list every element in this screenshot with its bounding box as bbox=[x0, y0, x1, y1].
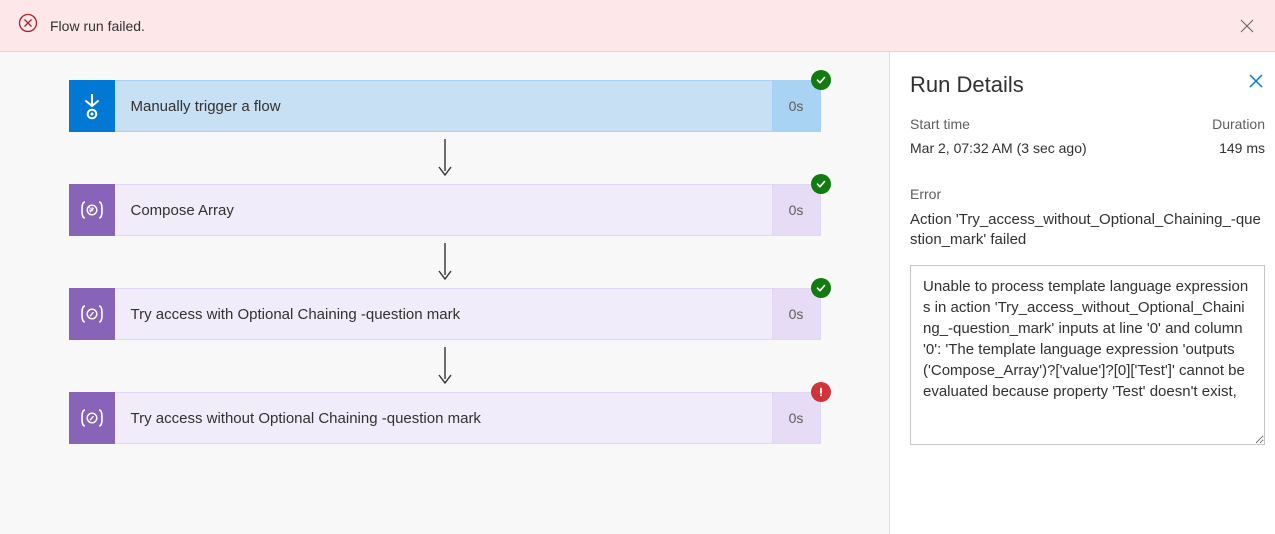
flow-arrow bbox=[436, 236, 454, 288]
panel-close-button[interactable] bbox=[1247, 72, 1265, 95]
flow-arrow bbox=[436, 132, 454, 184]
step-label: Try access with Optional Chaining -quest… bbox=[115, 288, 773, 340]
status-error-icon bbox=[811, 382, 831, 402]
status-success-icon bbox=[811, 278, 831, 298]
error-details-box[interactable]: Unable to process template language expr… bbox=[910, 265, 1265, 445]
step-duration: 0s bbox=[773, 80, 821, 132]
step-duration: 0s bbox=[773, 288, 821, 340]
run-details-panel: Run Details Start time Duration Mar 2, 0… bbox=[889, 52, 1275, 534]
flow-step-trigger[interactable]: Manually trigger a flow 0s bbox=[69, 80, 821, 132]
step-duration: 0s bbox=[773, 184, 821, 236]
error-banner: Flow run failed. bbox=[0, 0, 1275, 52]
error-section-label: Error bbox=[910, 186, 1265, 202]
banner-close-button[interactable] bbox=[1235, 14, 1259, 38]
banner-message: Flow run failed. bbox=[50, 18, 145, 34]
step-label: Manually trigger a flow bbox=[115, 80, 773, 132]
duration-value: 149 ms bbox=[1219, 140, 1265, 156]
flow-arrow bbox=[436, 340, 454, 392]
status-success-icon bbox=[811, 174, 831, 194]
error-circle-icon bbox=[18, 13, 38, 38]
step-label: Try access without Optional Chaining -qu… bbox=[115, 392, 773, 444]
compose-icon bbox=[69, 184, 115, 236]
error-title: Action 'Try_access_without_Optional_Chai… bbox=[910, 210, 1265, 251]
status-success-icon bbox=[811, 70, 831, 90]
start-time-label: Start time bbox=[910, 116, 970, 132]
start-time-value: Mar 2, 07:32 AM (3 sec ago) bbox=[910, 140, 1087, 156]
flow-step-compose-array[interactable]: Compose Array 0s bbox=[69, 184, 821, 236]
step-label: Compose Array bbox=[115, 184, 773, 236]
trigger-icon bbox=[69, 80, 115, 132]
flow-canvas: Manually trigger a flow 0s Compose Array… bbox=[0, 52, 889, 534]
duration-label: Duration bbox=[1212, 116, 1265, 132]
step-duration: 0s bbox=[773, 392, 821, 444]
flow-step-with-optional-chaining[interactable]: Try access with Optional Chaining -quest… bbox=[69, 288, 821, 340]
panel-title: Run Details bbox=[910, 72, 1024, 98]
content-area: Manually trigger a flow 0s Compose Array… bbox=[0, 52, 1275, 534]
flow-step-without-optional-chaining[interactable]: Try access without Optional Chaining -qu… bbox=[69, 392, 821, 444]
compose-icon bbox=[69, 288, 115, 340]
compose-icon bbox=[69, 392, 115, 444]
close-icon bbox=[1240, 19, 1254, 33]
close-icon bbox=[1247, 72, 1265, 90]
